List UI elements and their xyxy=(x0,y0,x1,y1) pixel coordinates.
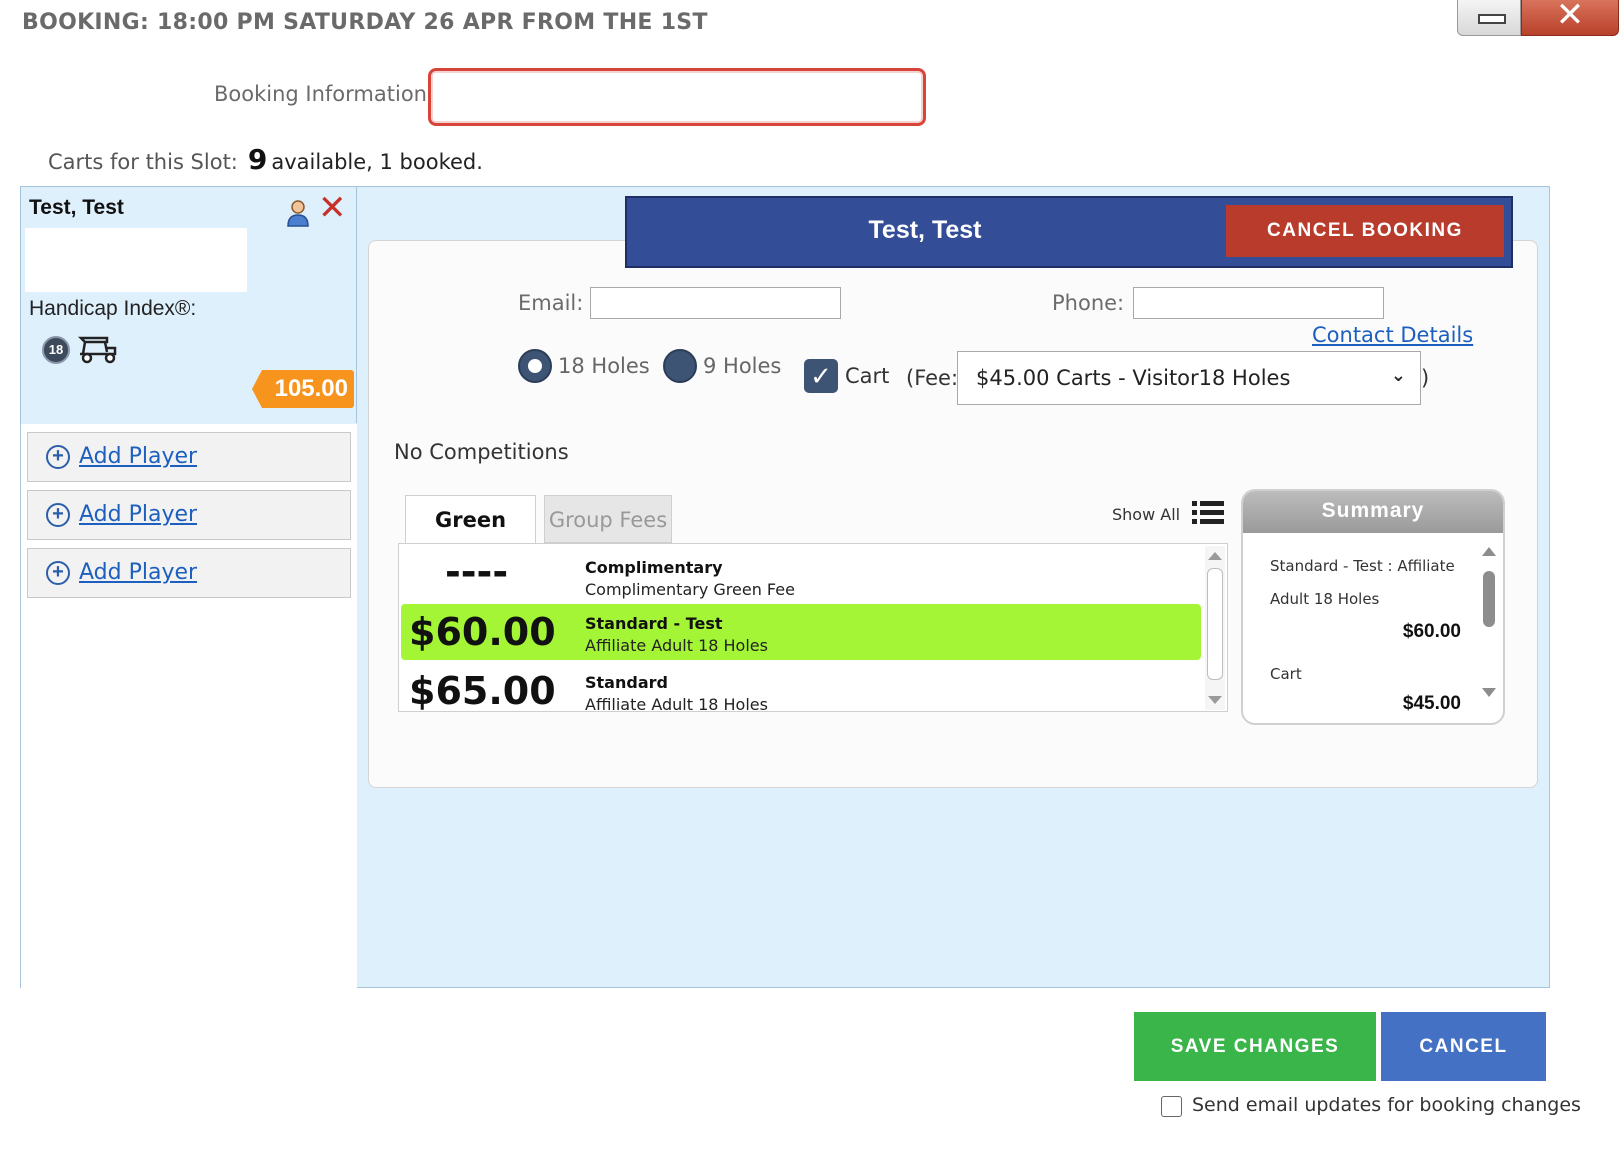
cancel-booking-button[interactable]: CANCEL BOOKING xyxy=(1226,205,1504,257)
list-icon[interactable] xyxy=(1192,500,1224,526)
carts-summary: Carts for this Slot: 9 available, 1 booked… xyxy=(48,143,483,176)
summary-item-line: Adult 18 Holes xyxy=(1270,590,1380,608)
add-player-button[interactable]: + Add Player xyxy=(27,548,351,598)
window-controls: ✕ xyxy=(1457,0,1619,36)
add-player-link[interactable]: Add Player xyxy=(79,444,197,469)
add-icon: + xyxy=(46,445,70,469)
chevron-down-icon: ⌄ xyxy=(1390,365,1406,386)
remove-player-icon[interactable]: ✕ xyxy=(318,191,347,225)
add-icon: + xyxy=(46,503,70,527)
holes-18-radio[interactable] xyxy=(518,349,552,383)
fee-name: Standard xyxy=(585,673,668,692)
fee-description: Affiliate Adult 18 Holes xyxy=(585,695,768,712)
scroll-down-icon[interactable] xyxy=(1208,696,1222,704)
player-name: Test, Test xyxy=(29,196,124,219)
tab-green-fees[interactable]: Green Fees xyxy=(405,495,536,580)
cart-label[interactable]: Cart xyxy=(845,364,889,388)
close-button[interactable]: ✕ xyxy=(1521,0,1619,36)
cart-fee-value: $45.00 Carts - Visitor18 Holes xyxy=(976,366,1291,390)
cancel-button[interactable]: CANCEL xyxy=(1381,1012,1546,1081)
booking-information-input[interactable] xyxy=(428,68,926,126)
fee-open-label: (Fee: xyxy=(906,366,959,390)
handicap-index-label: Handicap Index®: xyxy=(29,297,197,320)
email-field[interactable] xyxy=(590,287,841,319)
scroll-up-icon[interactable] xyxy=(1482,547,1496,556)
green-fees-list: ---- Complimentary Complimentary Green F… xyxy=(398,543,1228,712)
scroll-up-icon[interactable] xyxy=(1208,552,1222,560)
player-price-tag: 105.00 xyxy=(252,370,354,408)
fee-price: $60.00 xyxy=(409,610,556,654)
cart-fee-select[interactable]: $45.00 Carts - Visitor18 Holes ⌄ xyxy=(957,351,1421,405)
fee-description: Complimentary Green Fee xyxy=(585,580,795,599)
player-notes-area xyxy=(25,228,247,292)
summary-item-line: Cart xyxy=(1270,665,1302,683)
add-player-link[interactable]: Add Player xyxy=(79,560,197,585)
save-changes-button[interactable]: SAVE CHANGES xyxy=(1134,1012,1376,1081)
scroll-thumb[interactable] xyxy=(1483,571,1495,627)
minimize-button[interactable] xyxy=(1457,0,1521,36)
fee-row[interactable]: ---- Complimentary Complimentary Green F… xyxy=(401,548,1201,604)
add-player-button[interactable]: + Add Player xyxy=(27,490,351,540)
scroll-thumb[interactable] xyxy=(1207,568,1223,680)
summary-panel: Summary Standard - Test : Affiliate Adul… xyxy=(1241,489,1505,725)
fee-name: Standard - Test xyxy=(585,614,723,633)
tab-group-fees[interactable]: Group Fees xyxy=(544,495,672,543)
carts-status: available, 1 booked. xyxy=(271,150,483,174)
fee-price: ---- xyxy=(445,550,509,594)
booking-information-label: Booking Information: xyxy=(214,82,435,106)
competitions-status: No Competitions xyxy=(394,440,569,464)
add-player-button[interactable]: + Add Player xyxy=(27,432,351,482)
fee-description: Affiliate Adult 18 Holes xyxy=(585,636,768,655)
show-all-label[interactable]: Show All xyxy=(1112,505,1180,524)
add-icon: + xyxy=(46,561,70,585)
dialog-title: BOOKING: 18:00 PM SATURDAY 26 APR FROM T… xyxy=(22,10,708,35)
person-icon[interactable] xyxy=(286,199,310,227)
holes-18-icon: 18 xyxy=(42,336,70,364)
detail-player-name: Test, Test xyxy=(868,216,982,244)
cart-checkbox[interactable]: ✓ xyxy=(804,359,838,393)
holes-9-label[interactable]: 9 Holes xyxy=(703,354,781,378)
fee-name: Complimentary xyxy=(585,558,723,577)
add-player-link[interactable]: Add Player xyxy=(79,502,197,527)
scroll-down-icon[interactable] xyxy=(1482,688,1496,697)
phone-label: Phone: xyxy=(1052,291,1125,315)
holes-18-label[interactable]: 18 Holes xyxy=(558,354,650,378)
summary-item-amount: $60.00 xyxy=(1402,621,1461,642)
summary-scrollbar[interactable] xyxy=(1481,547,1497,697)
summary-item-amount: $45.00 xyxy=(1402,693,1461,714)
contact-details-link[interactable]: Contact Details xyxy=(1312,323,1473,347)
carts-label: Carts for this Slot: xyxy=(48,150,238,174)
fee-row-selected[interactable]: $60.00 Standard - Test Affiliate Adult 1… xyxy=(401,604,1201,660)
fee-row[interactable]: $65.00 Standard Affiliate Adult 18 Holes xyxy=(401,663,1201,712)
summary-title: Summary xyxy=(1243,491,1503,533)
email-updates-checkbox[interactable] xyxy=(1161,1096,1182,1117)
carts-available-count: 9 xyxy=(247,143,268,176)
fee-close-label: ) xyxy=(1421,366,1430,390)
email-label: Email: xyxy=(518,291,584,315)
summary-item-line: Standard - Test : Affiliate xyxy=(1270,557,1455,575)
golf-cart-icon xyxy=(77,336,117,364)
phone-field[interactable] xyxy=(1133,287,1384,319)
fee-price: $65.00 xyxy=(409,669,556,712)
holes-9-radio[interactable] xyxy=(663,349,697,383)
email-updates-label[interactable]: Send email updates for booking changes xyxy=(1192,1094,1581,1116)
fee-list-scrollbar[interactable] xyxy=(1205,546,1225,710)
